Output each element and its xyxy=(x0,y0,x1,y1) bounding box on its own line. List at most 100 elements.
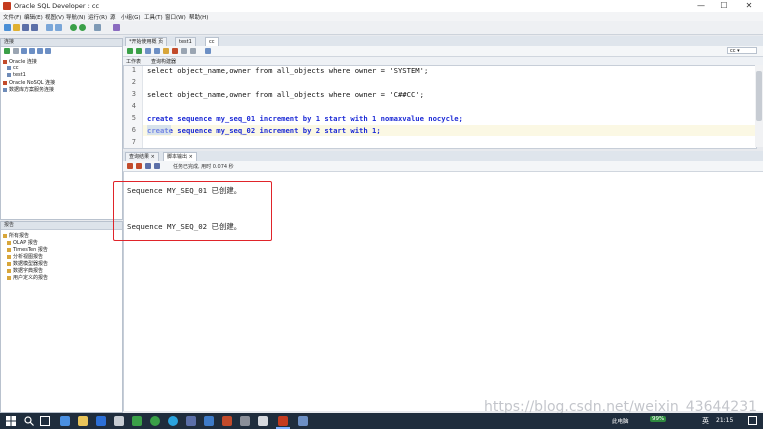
main-toolbar xyxy=(0,21,763,35)
code-line: create sequence my_seq_02 increment by 2… xyxy=(147,126,381,135)
notepad-icon[interactable] xyxy=(258,416,268,426)
tray-computer[interactable]: 此电脑 xyxy=(612,417,629,425)
tree-item-olap-reports[interactable]: OLAP 报告 xyxy=(7,239,38,246)
run-statement-icon[interactable] xyxy=(127,48,133,54)
sql-editor[interactable]: 1 2 3 4 5 6 7 select object_name,owner f… xyxy=(123,65,757,149)
redo-icon[interactable] xyxy=(55,24,62,31)
file-explorer-icon[interactable] xyxy=(78,416,88,426)
forward-icon[interactable] xyxy=(79,24,86,31)
notification-icon[interactable] xyxy=(748,416,757,425)
print-icon[interactable] xyxy=(154,163,160,169)
tree-item-timesten-reports[interactable]: TimesTen 报告 xyxy=(7,246,48,253)
pin-icon[interactable] xyxy=(127,163,133,169)
tree-item-user-defined-reports[interactable]: 用户定义的报告 xyxy=(7,274,48,281)
open-icon[interactable] xyxy=(13,24,20,31)
database-icon xyxy=(7,65,11,70)
maximize-button[interactable]: ☐ xyxy=(713,0,735,12)
results-toolbar: 任务已完成, 用时 0.074 秒 xyxy=(123,161,763,172)
menu-edit[interactable]: 编辑(E) xyxy=(24,13,43,21)
tree-item-data-modeler-reports[interactable]: 数据模型器报告 xyxy=(7,260,48,267)
rollback-icon[interactable] xyxy=(172,48,178,54)
commit-icon[interactable] xyxy=(163,48,169,54)
connection-select[interactable]: cc ▾ xyxy=(727,47,757,54)
new-icon[interactable] xyxy=(4,24,11,31)
close-button[interactable]: ✕ xyxy=(738,0,760,12)
format-icon[interactable] xyxy=(205,48,211,54)
tab-cc[interactable]: cc xyxy=(205,37,219,46)
editor-tab-strip: *开始使用概 页 test1 cc xyxy=(123,36,763,46)
menu-help[interactable]: 帮助(H) xyxy=(189,13,208,21)
results-tab-strip: 查询结果 × 脚本输出 × xyxy=(123,151,763,161)
worksheet-toolbar: cc ▾ xyxy=(123,46,763,57)
menu-window[interactable]: 窗口(W) xyxy=(165,13,186,21)
clear-icon[interactable] xyxy=(181,48,187,54)
menu-team[interactable]: 小组(G) xyxy=(121,13,141,21)
explain-plan-icon[interactable] xyxy=(145,48,151,54)
history-icon[interactable] xyxy=(190,48,196,54)
refresh-icon[interactable] xyxy=(13,48,19,54)
menu-source[interactable]: 源 xyxy=(110,13,116,21)
menu-file[interactable]: 文件(F) xyxy=(3,13,21,21)
tab-query-result[interactable]: 查询结果 × xyxy=(125,152,159,161)
import-icon[interactable] xyxy=(37,48,43,54)
tree-item-cc[interactable]: cc xyxy=(7,65,19,71)
wechat-icon[interactable] xyxy=(132,416,142,426)
undo-icon[interactable] xyxy=(46,24,53,31)
database-icon xyxy=(7,72,11,77)
menu-navigate[interactable]: 导航(N) xyxy=(66,13,85,21)
terminal-icon[interactable] xyxy=(240,416,250,426)
powerpoint-icon[interactable] xyxy=(222,416,232,426)
add-connection-icon[interactable] xyxy=(4,48,10,54)
folder-icon xyxy=(3,59,7,64)
autotrace-icon[interactable] xyxy=(154,48,160,54)
save-output-icon[interactable] xyxy=(145,163,151,169)
tree-item-schema-service[interactable]: 数据库方案服务连接 xyxy=(3,86,54,93)
filter-icon[interactable] xyxy=(21,48,27,54)
sql-icon[interactable] xyxy=(94,24,101,31)
eraser-icon[interactable] xyxy=(136,163,142,169)
tree-item-oracle-connections[interactable]: Oracle 连接 xyxy=(3,58,37,65)
tree-item-test1[interactable]: test1 xyxy=(7,72,26,78)
back-icon[interactable] xyxy=(70,24,77,31)
menu-tools[interactable]: 工具(T) xyxy=(144,13,163,21)
tree-item-nosql[interactable]: Oracle NoSQL 连接 xyxy=(3,79,55,86)
app-icon[interactable] xyxy=(114,416,124,426)
tab-script-output[interactable]: 脚本输出 × xyxy=(163,152,197,161)
editor-scrollbar[interactable] xyxy=(755,65,763,147)
edge-browser-icon[interactable] xyxy=(168,416,178,426)
mail-icon[interactable] xyxy=(96,416,106,426)
word-icon[interactable] xyxy=(204,416,214,426)
clock[interactable]: 21:15 xyxy=(716,417,733,424)
tree-item-data-dictionary-reports[interactable]: 数据字典报告 xyxy=(7,267,43,274)
export-icon[interactable] xyxy=(45,48,51,54)
debug-icon[interactable] xyxy=(113,24,120,31)
sql-developer-taskbar-icon[interactable] xyxy=(278,416,288,426)
tab-start-page[interactable]: *开始使用概 页 xyxy=(125,37,168,46)
vmware-icon[interactable] xyxy=(186,416,196,426)
edge-icon[interactable] xyxy=(60,416,70,426)
schema-browser-icon[interactable] xyxy=(29,48,35,54)
app-logo-icon xyxy=(3,2,11,10)
tree-item-analytic-view-reports[interactable]: 分析视图报告 xyxy=(7,253,43,260)
tab-test1[interactable]: test1 xyxy=(175,37,196,46)
save-icon[interactable] xyxy=(22,24,29,31)
menu-run[interactable]: 运行(R) xyxy=(88,13,107,21)
scrollbar-thumb[interactable] xyxy=(756,71,762,121)
chrome-icon[interactable] xyxy=(150,416,160,426)
minimize-button[interactable]: — xyxy=(690,0,712,12)
line-number: 5 xyxy=(131,114,136,122)
battery-indicator[interactable]: 99% xyxy=(650,416,667,422)
task-view-icon[interactable] xyxy=(40,416,50,426)
menu-view[interactable]: 视图(V) xyxy=(45,13,64,21)
input-language[interactable]: 英 xyxy=(702,416,709,426)
windows-start-icon[interactable] xyxy=(6,416,16,426)
run-script-icon[interactable] xyxy=(136,48,142,54)
tab-worksheet[interactable]: 工作表 xyxy=(126,58,141,65)
search-icon[interactable] xyxy=(24,416,34,426)
save-all-icon[interactable] xyxy=(31,24,38,31)
app-icon[interactable] xyxy=(298,416,308,426)
highlight-box xyxy=(113,181,272,241)
tab-query-builder[interactable]: 查询构建器 xyxy=(151,58,176,65)
reports-header: 报告 xyxy=(1,222,122,230)
tree-item-all-reports[interactable]: 所有报告 xyxy=(3,232,29,239)
